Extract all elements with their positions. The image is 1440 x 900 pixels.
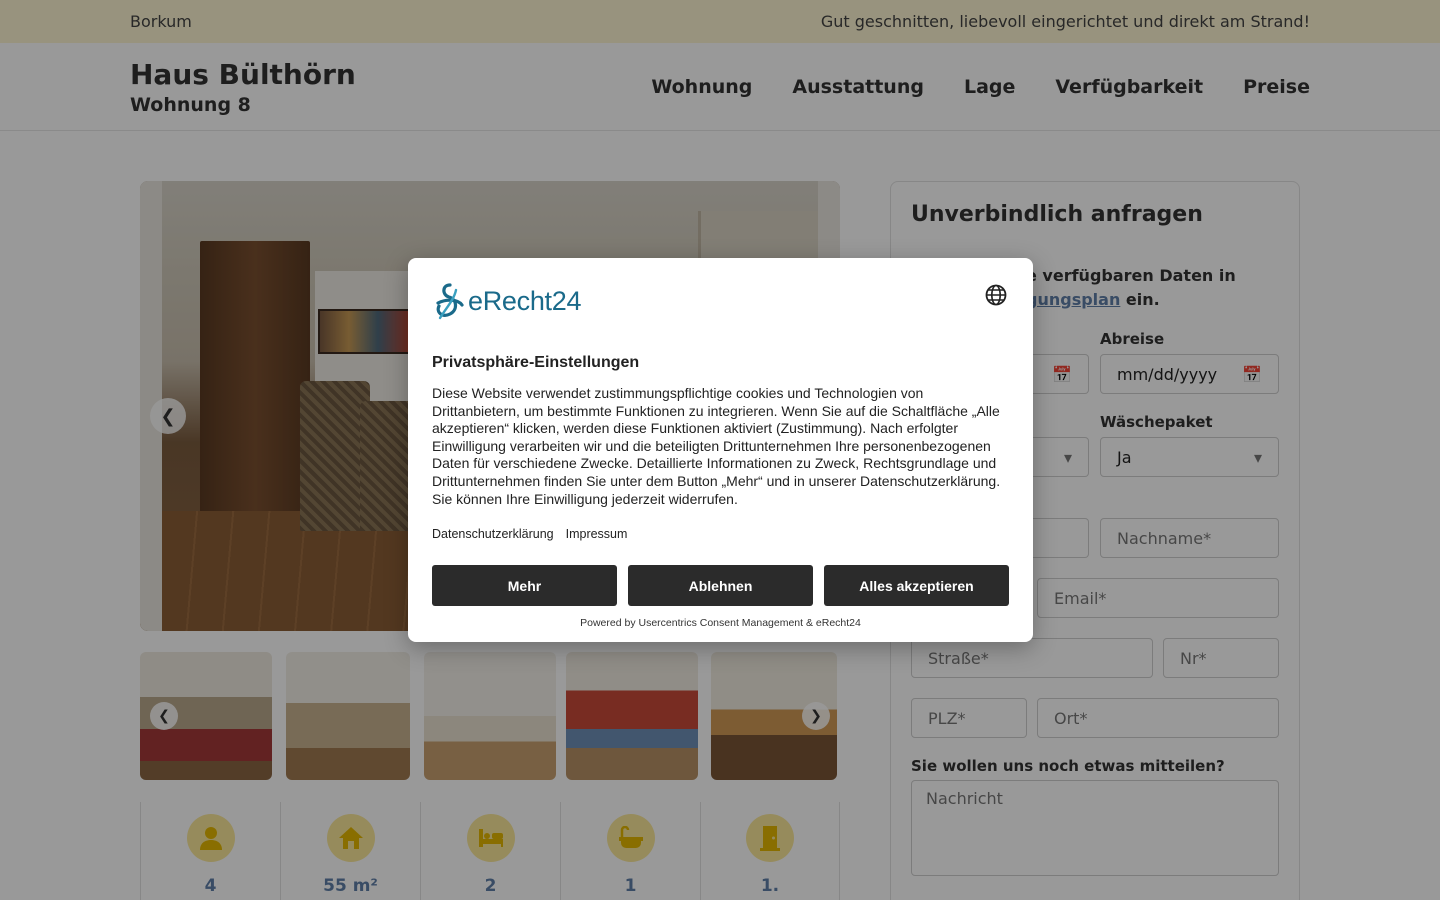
- decline-button[interactable]: Ablehnen: [628, 565, 813, 606]
- consent-body: Diese Website verwendet zustimmungspflic…: [432, 385, 1001, 507]
- consent-dialog: eRecht24 Privatsphäre-Einstellungen Dies…: [408, 258, 1033, 642]
- consent-links: Datenschutzerklärung Impressum: [432, 527, 627, 541]
- erecht24-logo-text: eRecht24: [468, 285, 582, 316]
- powered-by-note: Powered by Usercentrics Consent Manageme…: [580, 617, 861, 629]
- accept-all-button[interactable]: Alles akzeptieren: [824, 565, 1009, 606]
- imprint-link[interactable]: Impressum: [566, 527, 628, 541]
- erecht24-logo-mark: [432, 282, 466, 320]
- more-button[interactable]: Mehr: [432, 565, 617, 606]
- privacy-policy-link[interactable]: Datenschutzerklärung: [432, 527, 554, 541]
- erecht24-logo: eRecht24: [432, 282, 581, 320]
- consent-heading: Privatsphäre-Einstellungen: [432, 354, 640, 371]
- language-globe-icon[interactable]: [985, 284, 1007, 306]
